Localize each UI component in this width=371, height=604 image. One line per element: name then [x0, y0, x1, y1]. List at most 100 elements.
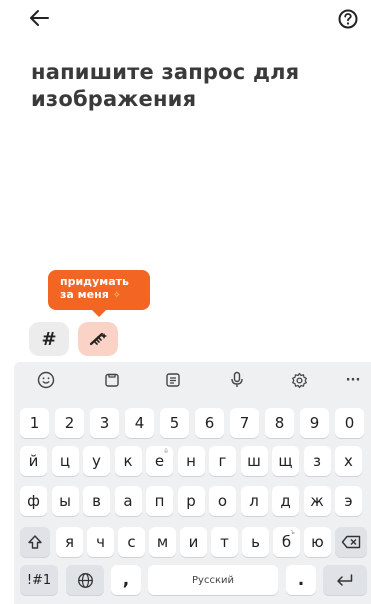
magic-wand-icon: [89, 332, 107, 346]
enter-key[interactable]: [323, 565, 367, 595]
row1-key-4[interactable]: её: [146, 446, 173, 476]
more-icon[interactable]: ···: [342, 370, 364, 390]
row2-key-10[interactable]: э: [335, 486, 362, 516]
key-label: у: [92, 452, 101, 470]
row3-key-5[interactable]: т: [211, 527, 238, 557]
row3-key-0[interactable]: я: [56, 527, 83, 557]
row3-key-6[interactable]: ь: [242, 527, 269, 557]
row2-key-8[interactable]: д: [272, 486, 299, 516]
row3-key-4[interactable]: и: [180, 527, 207, 557]
digit-key-4[interactable]: 5: [160, 408, 189, 438]
row2-key-7[interactable]: л: [240, 486, 268, 516]
key-label: м: [156, 533, 169, 551]
row1-key-6[interactable]: г: [209, 446, 236, 476]
digit-key-7[interactable]: 8: [265, 408, 294, 438]
key-label: ю: [311, 533, 324, 551]
row1-key-9[interactable]: з: [303, 446, 331, 476]
row2-key-6[interactable]: о: [209, 486, 236, 516]
row1-key-1[interactable]: ц: [51, 446, 79, 476]
digit-key-6[interactable]: 7: [230, 408, 259, 438]
language-key[interactable]: [66, 565, 104, 595]
key-label: ф: [27, 492, 40, 510]
digit-key-3[interactable]: 4: [125, 408, 154, 438]
row1-key-5[interactable]: н: [177, 446, 205, 476]
key-label: 4: [134, 414, 145, 432]
row1-key-0[interactable]: й: [20, 446, 47, 476]
key-label: е: [154, 452, 165, 470]
row3-key-3[interactable]: м: [149, 527, 176, 557]
key-label: ь: [251, 533, 260, 551]
key-label: 0: [344, 414, 355, 432]
digit-key-1[interactable]: 2: [55, 408, 84, 438]
key-label: в: [92, 492, 101, 510]
digit-key-0[interactable]: 1: [20, 408, 49, 438]
row1-key-3[interactable]: к: [114, 446, 142, 476]
top-bar: [0, 0, 371, 40]
row2-key-4[interactable]: п: [146, 486, 173, 516]
row3-key-1[interactable]: ч: [87, 527, 114, 557]
row2-key-3[interactable]: а: [114, 486, 142, 516]
row3-key-7[interactable]: бъ: [273, 527, 300, 557]
digit-key-8[interactable]: 9: [300, 408, 329, 438]
key-alt-label: ъ: [290, 529, 295, 536]
sticker-icon[interactable]: [162, 370, 184, 390]
key-label: о: [217, 492, 228, 510]
key-label: н: [186, 452, 196, 470]
key-label: 3: [99, 414, 110, 432]
back-arrow-icon[interactable]: [26, 6, 54, 30]
backspace-key[interactable]: [335, 527, 367, 557]
keyboard: ··· 1234567890 йцукеёнгшщзх фывапролджэ …: [14, 362, 371, 604]
key-label: р: [186, 492, 196, 510]
microphone-icon[interactable]: [226, 370, 248, 390]
digit-key-2[interactable]: 3: [90, 408, 119, 438]
shift-icon: [28, 535, 42, 549]
key-label: 6: [204, 414, 215, 432]
key-label: и: [188, 533, 199, 551]
hashtag-label: #: [41, 328, 57, 350]
settings-icon[interactable]: [288, 370, 310, 390]
digit-key-9[interactable]: 0: [335, 408, 364, 438]
key-label: б: [281, 533, 292, 551]
emoji-icon[interactable]: [35, 370, 57, 390]
space-label: Русский: [192, 574, 234, 586]
symbols-key[interactable]: !#1: [20, 565, 58, 595]
page-title: напишите запрос для изображения: [31, 60, 300, 111]
row1-key-10[interactable]: х: [335, 446, 362, 476]
magic-wand-chip[interactable]: [78, 322, 118, 356]
row1-key-7[interactable]: ш: [240, 446, 268, 476]
row2-key-9[interactable]: ж: [303, 486, 331, 516]
key-label: я: [64, 533, 75, 551]
row2-key-0[interactable]: ф: [20, 486, 47, 516]
comma-key[interactable]: ,: [111, 565, 141, 595]
suggest-tooltip[interactable]: придумать за меня ✧: [48, 270, 150, 317]
key-label: ц: [59, 452, 71, 470]
row2-key-5[interactable]: р: [177, 486, 205, 516]
magic-wand-icon: ✧: [112, 290, 121, 301]
shift-key[interactable]: [20, 527, 50, 557]
space-key[interactable]: Русский: [148, 565, 278, 595]
key-label: л: [249, 492, 259, 510]
key-label: й: [28, 452, 39, 470]
row1-key-2[interactable]: у: [83, 446, 110, 476]
key-label: щ: [278, 452, 293, 470]
key-label: 8: [274, 414, 285, 432]
key-label: с: [127, 533, 136, 551]
enter-icon: [337, 574, 353, 586]
hashtag-chip[interactable]: #: [29, 322, 69, 356]
row2-key-2[interactable]: в: [83, 486, 110, 516]
key-label: 7: [239, 414, 250, 432]
period-key[interactable]: .: [286, 565, 316, 595]
key-label: 5: [169, 414, 180, 432]
key-label: ш: [247, 452, 261, 470]
key-label: ч: [96, 533, 105, 551]
digit-key-5[interactable]: 6: [195, 408, 224, 438]
key-label: 2: [64, 414, 75, 432]
clipboard-icon[interactable]: [101, 370, 123, 390]
key-label: х: [344, 452, 353, 470]
row2-key-1[interactable]: ы: [51, 486, 79, 516]
key-label: 1: [29, 414, 40, 432]
row3-key-2[interactable]: с: [118, 527, 145, 557]
help-icon[interactable]: [337, 8, 359, 30]
row1-key-8[interactable]: щ: [272, 446, 299, 476]
row3-key-8[interactable]: ю: [304, 527, 331, 557]
